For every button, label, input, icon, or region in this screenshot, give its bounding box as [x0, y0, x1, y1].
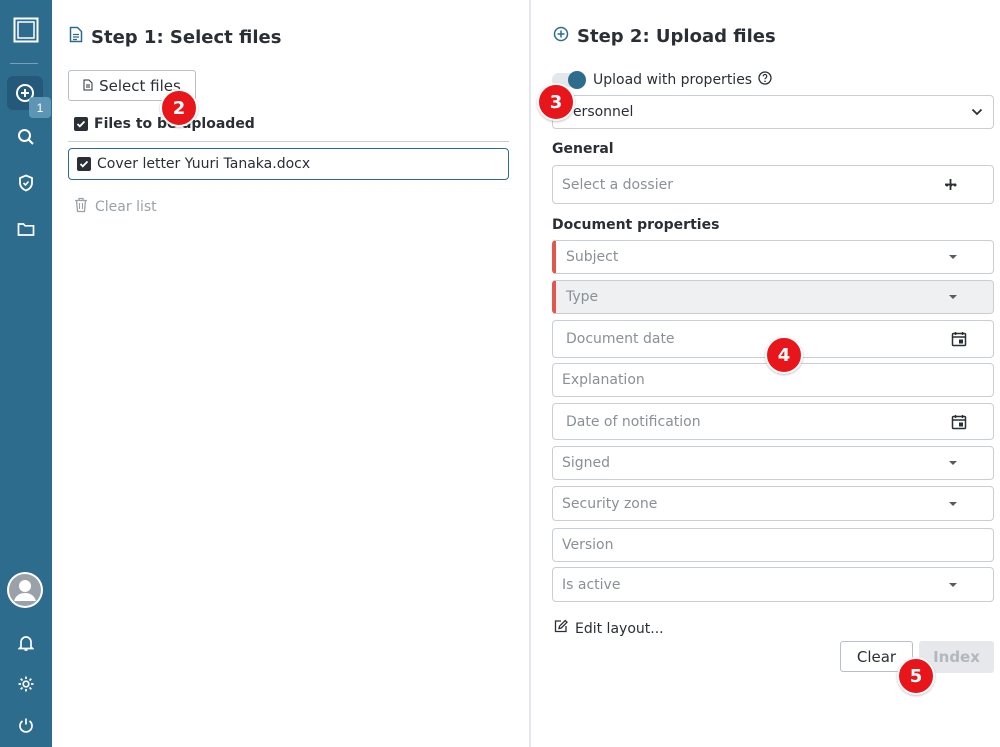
security-zone-placeholder: Security zone — [562, 495, 658, 512]
date-of-notification-placeholder: Date of notification — [566, 413, 701, 430]
chevron-down-icon — [971, 96, 983, 128]
dossier-placeholder: Select a dossier — [562, 176, 673, 193]
is-active-field[interactable]: Is active — [552, 567, 994, 602]
signed-placeholder: Signed — [562, 455, 611, 471]
subject-placeholder: Subject — [566, 249, 619, 265]
add-circle-icon — [553, 26, 569, 47]
caret-down-icon — [949, 568, 957, 601]
calendar-icon[interactable] — [951, 321, 967, 357]
annotation-marker-3: 3 — [537, 83, 575, 121]
date-of-notification-field[interactable]: Date of notification — [552, 403, 994, 440]
caret-down-icon — [949, 281, 957, 313]
toggle-knob — [568, 71, 586, 89]
caret-down-icon — [949, 487, 957, 520]
index-button-label: Index — [933, 648, 980, 666]
document-icon — [69, 26, 83, 48]
document-properties-label: Document properties — [552, 217, 720, 233]
avatar-icon[interactable] — [7, 572, 43, 608]
navigation-rail: 1 — [0, 0, 52, 747]
annotation-marker-2: 2 — [160, 89, 198, 127]
trash-icon — [74, 197, 88, 217]
step1-title: Step 1: Select files — [91, 26, 282, 48]
edit-icon — [553, 619, 568, 638]
subject-field[interactable]: Subject — [552, 240, 994, 274]
document-icon — [83, 77, 93, 95]
toggle-label-text: Upload with properties — [593, 72, 753, 88]
dossier-select[interactable]: Select a dossier — [552, 165, 994, 204]
folder-icon[interactable] — [10, 213, 42, 245]
clear-list-label: Clear list — [95, 199, 157, 215]
edit-layout-label: Edit layout... — [575, 620, 664, 637]
plus-icon[interactable] — [944, 178, 957, 195]
search-icon[interactable] — [10, 121, 42, 153]
power-icon[interactable] — [10, 709, 42, 741]
annotation-marker-5: 5 — [897, 657, 935, 695]
checkbox-checked-icon[interactable] — [74, 117, 88, 131]
security-zone-field[interactable]: Security zone — [552, 486, 994, 521]
caret-down-icon — [949, 241, 957, 273]
upload-count-badge: 1 — [29, 97, 51, 118]
bell-icon[interactable] — [10, 627, 42, 659]
category-select[interactable]: Personnel — [552, 95, 994, 129]
is-active-placeholder: Is active — [562, 576, 621, 593]
file-list-item[interactable]: Cover letter Yuuri Tanaka.docx — [68, 148, 509, 180]
annotation-marker-4: 4 — [765, 336, 803, 374]
checkbox-checked-icon[interactable] — [77, 157, 91, 171]
step1-panel — [52, 0, 530, 747]
clear-list-button[interactable]: Clear list — [74, 197, 157, 217]
step2-title: Step 2: Upload files — [577, 26, 776, 47]
general-section-label: General — [552, 141, 614, 157]
toggle-label: Upload with properties — [593, 71, 772, 89]
help-icon[interactable] — [758, 71, 772, 89]
document-date-placeholder: Document date — [566, 331, 675, 347]
category-value: Personnel — [565, 104, 634, 120]
files-divider — [68, 141, 509, 142]
step2-heading: Step 2: Upload files — [553, 26, 776, 47]
calendar-icon[interactable] — [951, 404, 967, 439]
rail-divider — [10, 63, 38, 64]
clear-button-label: Clear — [856, 647, 897, 666]
file-name: Cover letter Yuuri Tanaka.docx — [97, 156, 311, 172]
shield-icon[interactable] — [10, 167, 42, 199]
version-placeholder: Version — [562, 537, 614, 553]
logo-icon[interactable] — [10, 14, 42, 46]
type-placeholder: Type — [566, 289, 599, 305]
caret-down-icon — [949, 447, 957, 479]
gear-icon[interactable] — [10, 668, 42, 700]
step1-heading: Step 1: Select files — [69, 26, 281, 48]
explanation-placeholder: Explanation — [562, 372, 645, 388]
signed-field[interactable]: Signed — [552, 446, 994, 480]
version-field[interactable]: Version — [552, 528, 994, 562]
type-field[interactable]: Type — [552, 280, 994, 314]
edit-layout-link[interactable]: Edit layout... — [553, 619, 664, 638]
